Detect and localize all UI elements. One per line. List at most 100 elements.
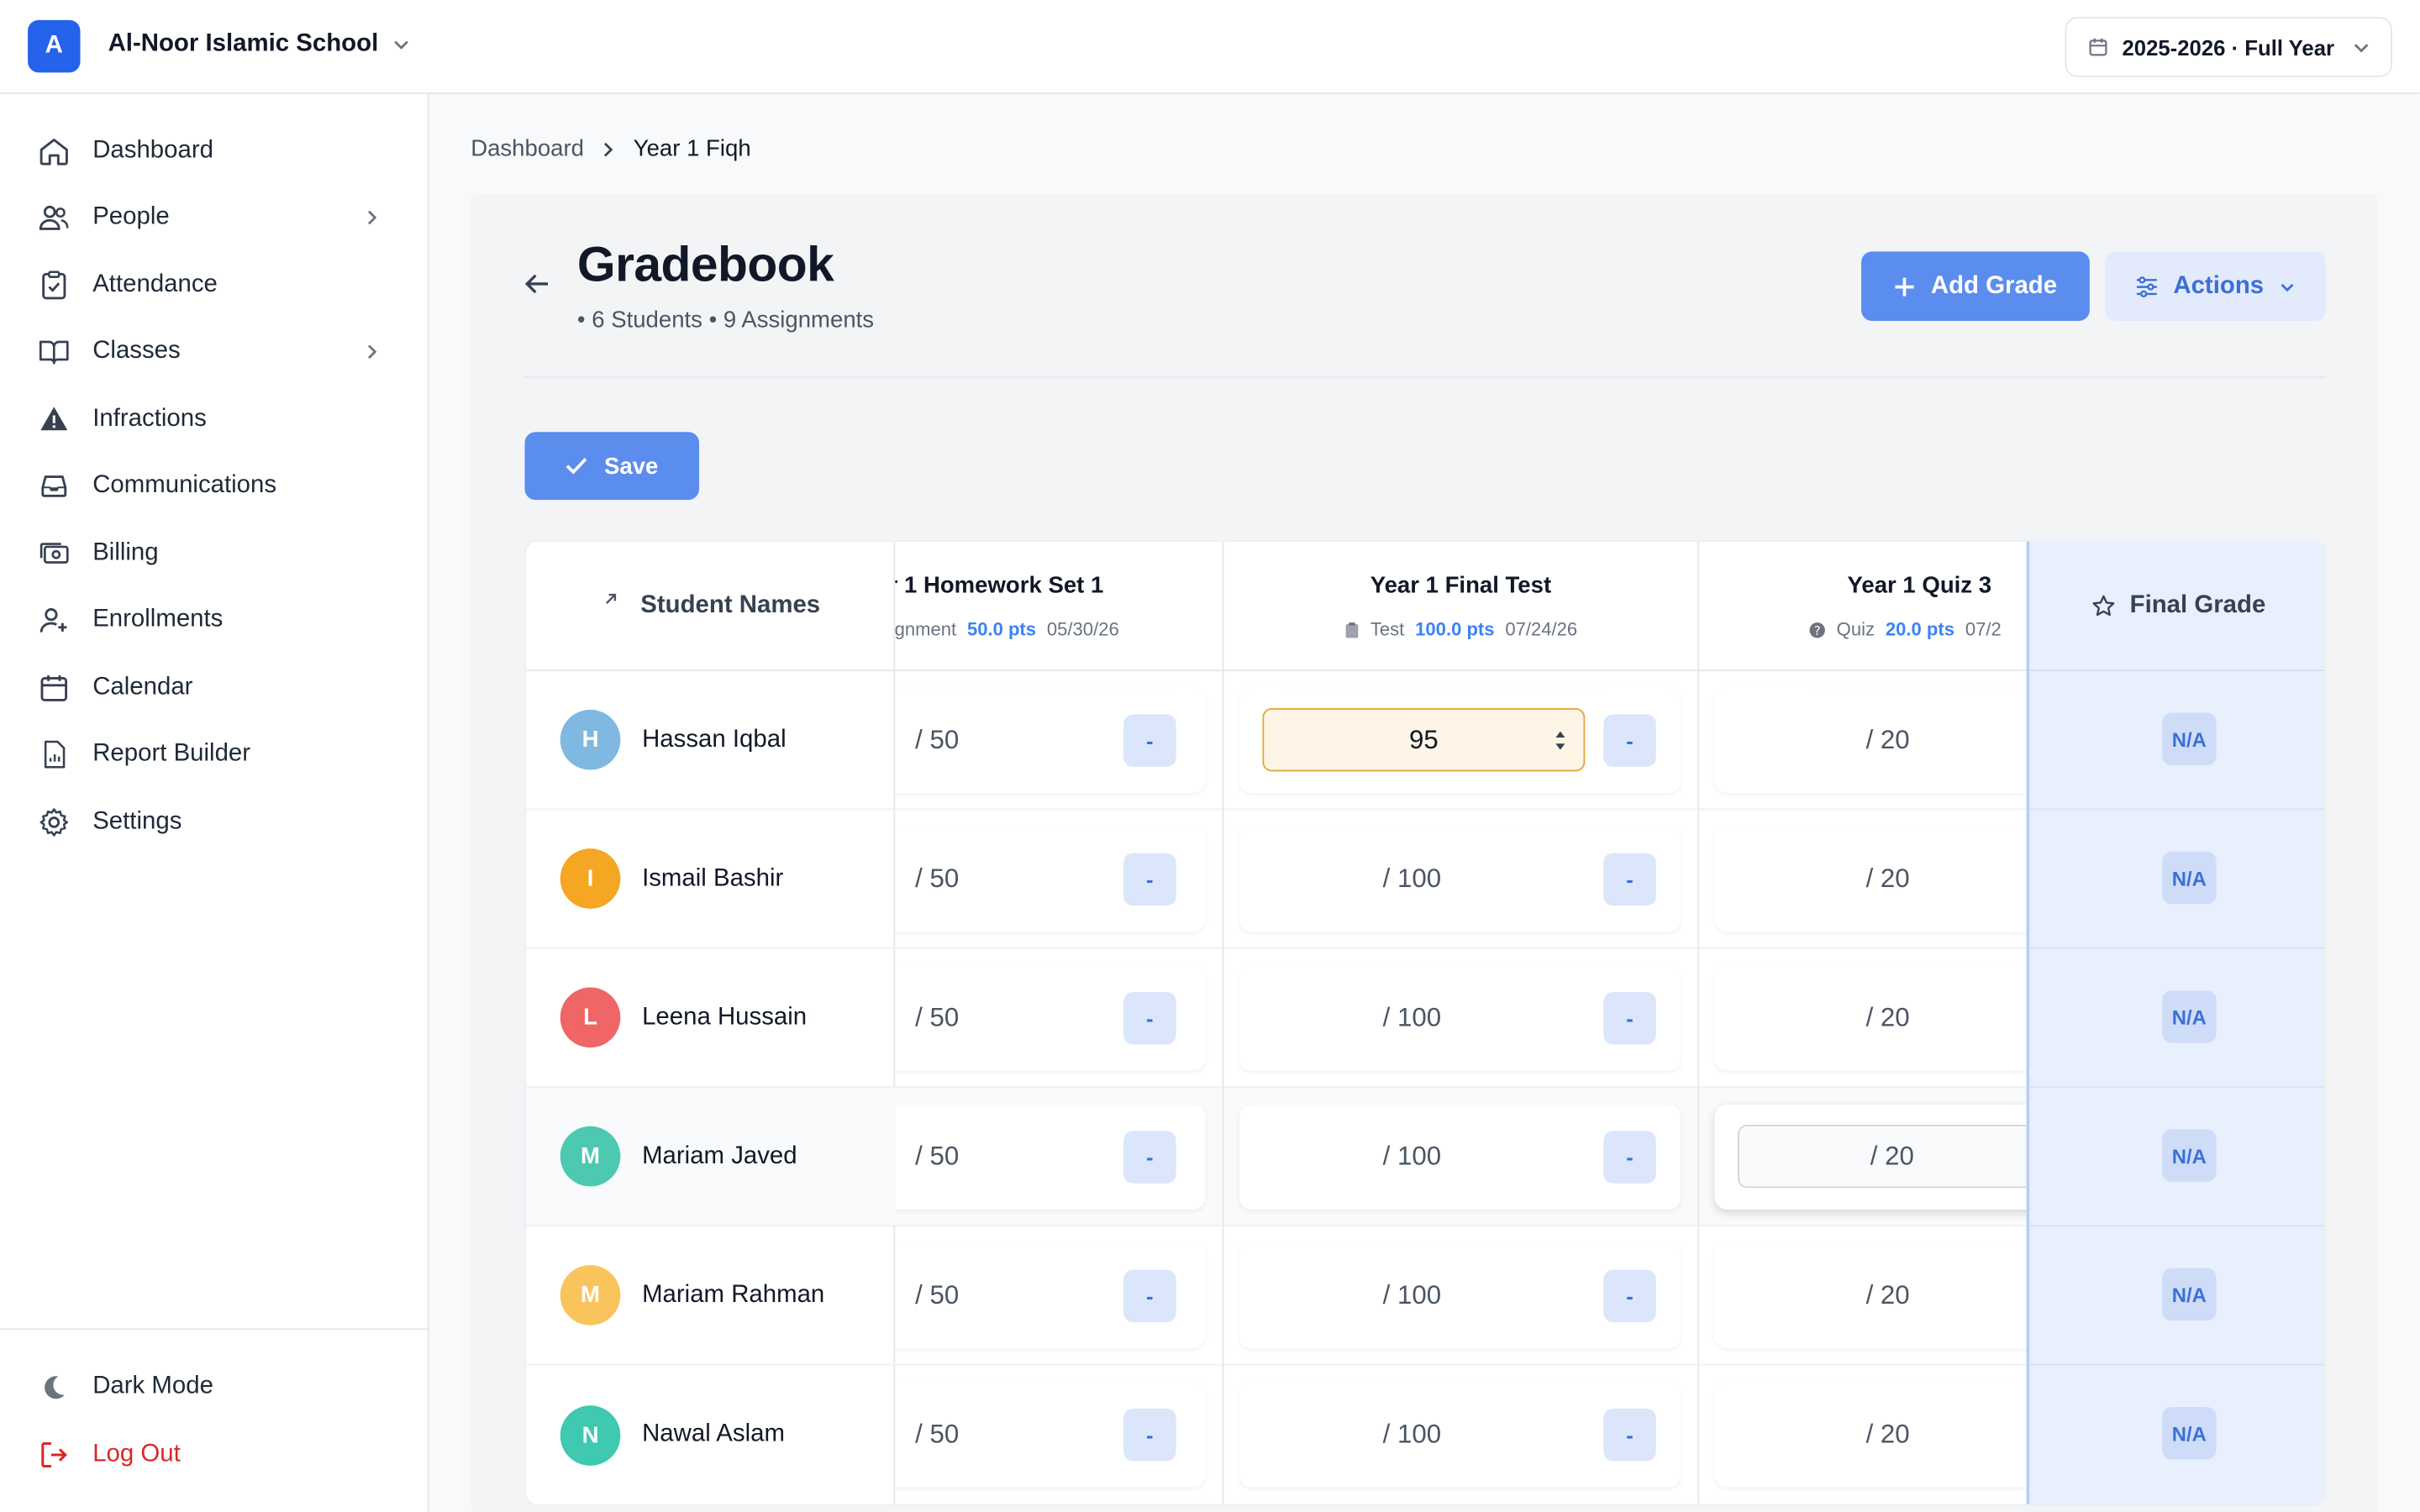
avatar: L — [560, 987, 621, 1048]
sidebar-item-billing[interactable]: Billing — [37, 528, 392, 580]
chevron-right-icon — [604, 141, 613, 156]
sidebar-item-label: Dashboard — [92, 137, 213, 164]
sliders-icon — [2137, 276, 2158, 297]
sidebar-item-label: Attendance — [92, 271, 218, 298]
grade-card[interactable]: / 50 - — [895, 1382, 1206, 1488]
grade-cell: / 100 - — [1224, 1365, 1698, 1504]
grade-card[interactable]: / 100 - — [1239, 827, 1681, 932]
grade-input[interactable]: 95 — [1262, 708, 1586, 772]
grade-cell: / 20 — [1699, 671, 2027, 811]
excuse-button[interactable]: - — [1123, 1269, 1176, 1323]
page-subtitle: • 6 Students • 9 Assignments — [576, 307, 875, 333]
sidebar-item-calendar[interactable]: Calendar — [37, 662, 392, 714]
student-row[interactable]: L Leena Hussain — [526, 949, 896, 1088]
excuse-button[interactable]: - — [1123, 853, 1176, 906]
grade-card[interactable]: / 50 - — [895, 1243, 1206, 1349]
grade-card[interactable]: / 20 — [1714, 965, 2027, 1071]
sidebar: Dashboard People Attendance Classes Infr… — [0, 94, 429, 1512]
assignments-scroll-area[interactable]: Year 1 Homework Set 1 Assignment 50.0 pt… — [895, 541, 2027, 1504]
final-grade-header[interactable]: Final Grade — [2029, 542, 2325, 671]
grade-cell: / 100 - — [1223, 1226, 1698, 1366]
chevron-right-icon — [367, 344, 377, 360]
school-switcher[interactable]: Al-Noor Islamic School — [108, 31, 413, 59]
assignment-column: Year 1 Quiz 3 ? Quiz 20.0 pts 07/2 / 20 — [1699, 542, 2027, 1504]
assignment-points: 20.0 pts — [1885, 618, 1954, 641]
sidebar-item-label: Settings — [92, 808, 182, 835]
grade-max: / 100 — [1382, 864, 1442, 894]
grade-card[interactable]: / 20 — [1714, 827, 2027, 932]
excuse-button[interactable]: - — [1123, 1131, 1176, 1184]
excuse-button[interactable]: - — [1603, 714, 1656, 767]
school-year-selector[interactable]: 2025-2026 · Full Year — [2065, 17, 2392, 77]
sidebar-item-report-builder[interactable]: Report Builder — [37, 728, 392, 780]
student-name: Leena Hussain — [642, 1003, 808, 1030]
breadcrumb-current: Year 1 Fiqh — [633, 135, 751, 162]
spinner-arrows-icon[interactable] — [1553, 727, 1568, 754]
student-row[interactable]: M Mariam Rahman — [526, 1226, 896, 1366]
assignment-header[interactable]: Year 1 Quiz 3 ? Quiz 20.0 pts 07/2 — [1699, 542, 2027, 671]
assignment-header[interactable]: Year 1 Final Test Test 100.0 pts 07/24/2… — [1223, 542, 1698, 671]
gradebook-table: Student Names H Hassan Iqbal I Ismail Ba… — [524, 539, 2326, 1506]
save-button[interactable]: Save — [524, 432, 700, 501]
student-row[interactable]: M Mariam Javed — [526, 1087, 896, 1227]
grade-card[interactable]: / 20 — [1714, 1105, 2027, 1210]
breadcrumb-dashboard-link[interactable]: Dashboard — [471, 136, 584, 162]
student-row[interactable]: I Ismail Bashir — [526, 810, 896, 949]
excuse-button[interactable]: - — [1603, 1408, 1656, 1462]
add-grade-button[interactable]: Add Grade — [1861, 251, 2090, 322]
grade-input-hover[interactable]: / 20 — [1738, 1124, 2027, 1189]
excuse-button[interactable]: - — [1603, 853, 1656, 906]
grade-card[interactable]: / 100 - — [1239, 965, 1681, 1071]
sidebar-item-communications[interactable]: Communications — [37, 459, 392, 512]
grade-card[interactable]: / 100 - — [1239, 1105, 1681, 1210]
calendar-icon — [40, 675, 68, 701]
grade-cell: 95 - — [1223, 671, 1698, 811]
sidebar-item-classes[interactable]: Classes — [37, 326, 392, 378]
grade-card[interactable]: / 100 - — [1239, 1382, 1681, 1488]
sidebar-item-enrollments[interactable]: Enrollments — [37, 594, 392, 646]
grade-card[interactable]: / 20 — [1714, 1243, 2027, 1349]
student-names-header[interactable]: Student Names — [526, 542, 896, 671]
chevron-down-icon — [394, 40, 409, 50]
student-name: Mariam Javed — [642, 1142, 797, 1169]
grade-input-value: 95 — [1408, 724, 1439, 754]
grade-max: / 100 — [1382, 1280, 1442, 1310]
assignment-date: 05/30/26 — [1046, 618, 1119, 641]
sidebar-item-people[interactable]: People — [37, 192, 392, 244]
assignment-header[interactable]: Year 1 Homework Set 1 Assignment 50.0 pt… — [895, 542, 1223, 671]
grade-card[interactable]: / 20 — [1714, 1382, 2027, 1488]
sidebar-item-infractions[interactable]: Infractions — [37, 393, 392, 445]
sidebar-item-dashboard[interactable]: Dashboard — [37, 125, 392, 177]
excuse-button[interactable]: - — [1123, 991, 1176, 1045]
sidebar-item-label: People — [92, 203, 170, 230]
logout-button[interactable]: Log Out — [37, 1429, 392, 1481]
grade-max: / 20 — [1865, 864, 1910, 894]
grade-card[interactable]: / 50 - — [895, 1105, 1206, 1210]
back-arrow-icon[interactable] — [522, 269, 553, 300]
student-row[interactable]: H Hassan Iqbal — [526, 671, 896, 811]
final-grade-column: Final Grade N/A N/A N/A N/A N/A N/A — [2026, 541, 2325, 1504]
assignment-column: Year 1 Homework Set 1 Assignment 50.0 pt… — [895, 541, 1224, 1504]
dark-mode-toggle[interactable]: Dark Mode — [37, 1361, 392, 1413]
excuse-button[interactable]: - — [1603, 1269, 1656, 1323]
app-root: A Al-Noor Islamic School 2025-2026 · Ful… — [0, 0, 2420, 1512]
excuse-button[interactable]: - — [1603, 1131, 1656, 1184]
grade-card[interactable]: 95 - — [1239, 688, 1681, 794]
book-icon — [39, 340, 69, 365]
sidebar-item-settings[interactable]: Settings — [37, 796, 392, 848]
excuse-button[interactable]: - — [1603, 991, 1656, 1045]
grade-card[interactable]: / 50 - — [895, 965, 1206, 1071]
grade-max: / 50 — [915, 1002, 960, 1032]
grade-card[interactable]: / 50 - — [895, 688, 1206, 794]
excuse-button[interactable]: - — [1123, 714, 1176, 767]
grade-card[interactable]: / 100 - — [1239, 1243, 1681, 1349]
sidebar-item-attendance[interactable]: Attendance — [37, 260, 392, 312]
grade-card[interactable]: / 50 - — [895, 827, 1206, 932]
school-logo[interactable]: A — [28, 19, 81, 73]
student-row[interactable]: N Nawal Aslam — [526, 1365, 895, 1504]
grade-cell: / 20 — [1699, 1365, 2027, 1504]
assignment-date: 07/2 — [1965, 618, 2002, 641]
grade-card[interactable]: / 20 — [1714, 688, 2027, 794]
actions-dropdown[interactable]: Actions — [2105, 251, 2326, 322]
excuse-button[interactable]: - — [1123, 1408, 1176, 1462]
